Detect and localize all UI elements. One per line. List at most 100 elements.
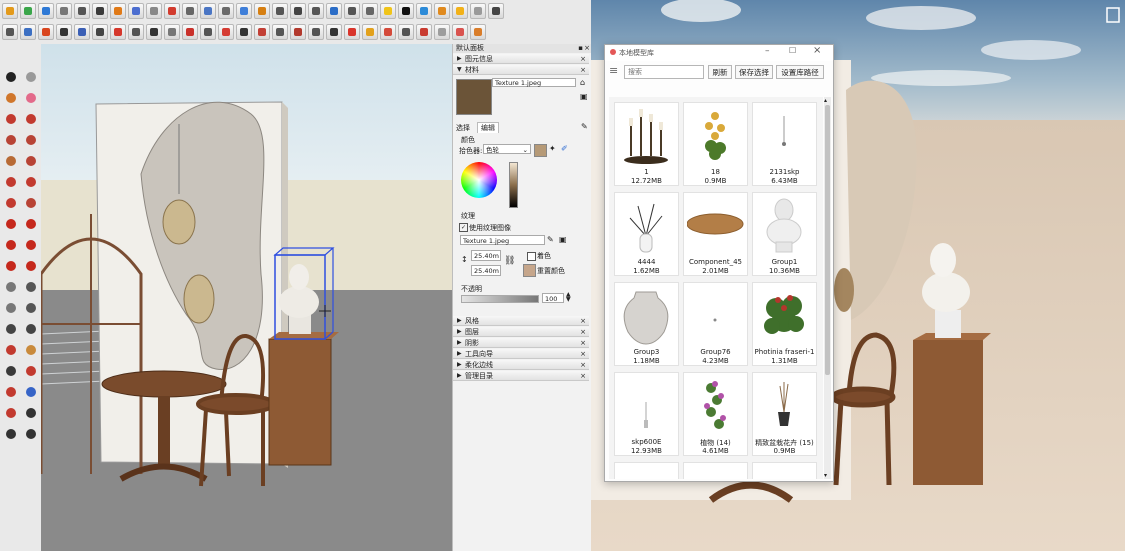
rotated-rect-icon[interactable] bbox=[22, 131, 40, 149]
freehand-icon[interactable] bbox=[22, 110, 40, 128]
heart-icon[interactable] bbox=[452, 24, 468, 40]
material-swatch[interactable] bbox=[456, 79, 492, 115]
position-camera-icon[interactable] bbox=[2, 404, 20, 422]
house-material-icon[interactable]: ⌂ bbox=[580, 78, 585, 87]
match-screen-color-icon[interactable]: ✐ bbox=[561, 144, 568, 153]
section-plane-icon[interactable] bbox=[22, 425, 40, 443]
create-material-icon[interactable]: ▣ bbox=[580, 92, 588, 101]
box-icon[interactable] bbox=[110, 3, 126, 19]
pie-icon[interactable] bbox=[22, 194, 40, 212]
axes-icon[interactable] bbox=[2, 320, 20, 338]
search-input[interactable] bbox=[624, 65, 704, 79]
link-icon[interactable] bbox=[2, 24, 18, 40]
model-card[interactable]: Group1 10.36MB bbox=[752, 192, 817, 276]
section-close-icon[interactable]: × bbox=[580, 54, 586, 64]
walk-icon[interactable] bbox=[2, 425, 20, 443]
set-library-path-button[interactable]: 设置库路径 bbox=[776, 65, 824, 79]
text-tool-icon[interactable] bbox=[22, 299, 40, 317]
model-card[interactable]: 精致盆栽花卉 (15) 0.9MB bbox=[752, 372, 817, 456]
bucket-icon[interactable] bbox=[344, 24, 360, 40]
section-close-icon[interactable]: × bbox=[580, 327, 586, 337]
look-around-icon[interactable] bbox=[22, 404, 40, 422]
tab-edit[interactable]: 编辑 bbox=[477, 122, 499, 133]
refresh-button[interactable]: 刷新 bbox=[708, 65, 732, 79]
tool-icon[interactable] bbox=[20, 24, 36, 40]
section-icon[interactable] bbox=[290, 3, 306, 19]
paint-bucket-icon[interactable] bbox=[2, 89, 20, 107]
sweep-icon[interactable] bbox=[236, 24, 252, 40]
opacity-slider[interactable] bbox=[461, 295, 539, 303]
select-pink-icon[interactable] bbox=[470, 24, 486, 40]
close-icon[interactable]: × bbox=[813, 45, 821, 56]
make-component-icon[interactable] bbox=[22, 68, 40, 86]
opacity-field[interactable]: 100 bbox=[542, 293, 564, 303]
maximize-icon[interactable]: ☐ bbox=[789, 46, 796, 55]
upload-icon[interactable] bbox=[38, 3, 54, 19]
door-icon[interactable] bbox=[326, 24, 342, 40]
circle-tool-icon[interactable] bbox=[2, 152, 20, 170]
hexagon-icon[interactable] bbox=[452, 3, 468, 19]
scrollbar[interactable]: ▴ ▾ bbox=[824, 97, 831, 479]
window-icon[interactable] bbox=[308, 24, 324, 40]
chart-icon[interactable] bbox=[92, 24, 108, 40]
rotate-icon[interactable] bbox=[2, 236, 20, 254]
browse-texture-icon[interactable]: ▣ bbox=[559, 235, 567, 244]
circle-icon[interactable] bbox=[200, 24, 216, 40]
scale-tool-icon[interactable] bbox=[2, 257, 20, 275]
settings-icon[interactable] bbox=[488, 3, 504, 19]
model-card-partial[interactable] bbox=[683, 462, 748, 479]
tab-select[interactable]: 选择 bbox=[456, 123, 470, 133]
current-color-swatch[interactable] bbox=[534, 144, 547, 157]
scroll-down-icon[interactable]: ▾ bbox=[824, 472, 827, 479]
texture-width-field[interactable]: 25.40m bbox=[471, 250, 501, 261]
pan-icon[interactable] bbox=[22, 341, 40, 359]
section-layers[interactable]: ▶ 图层 × bbox=[453, 327, 589, 337]
line-icon[interactable] bbox=[2, 110, 20, 128]
section-materials[interactable]: ▼ 材料 × bbox=[453, 65, 589, 75]
layers-icon[interactable] bbox=[200, 3, 216, 19]
brick-icon[interactable] bbox=[290, 24, 306, 40]
skp-icon[interactable] bbox=[416, 24, 432, 40]
cube-icon[interactable] bbox=[272, 3, 288, 19]
model-card[interactable]: Component_45 2.01MB bbox=[683, 192, 748, 276]
array-icon[interactable] bbox=[110, 24, 126, 40]
glasses-icon[interactable] bbox=[92, 3, 108, 19]
orbit-icon[interactable] bbox=[2, 341, 20, 359]
model-card[interactable]: 2131skp 6.43MB bbox=[752, 102, 817, 186]
roof-icon[interactable] bbox=[254, 24, 270, 40]
section-entity-info[interactable]: ▶ 图元信息 × bbox=[453, 54, 589, 64]
camera-icon[interactable] bbox=[74, 3, 90, 19]
minimize-icon[interactable]: – bbox=[765, 46, 770, 56]
save-selection-button[interactable]: 保存选择 bbox=[735, 65, 773, 79]
section-instructor[interactable]: ▶ 工具向导 × bbox=[453, 349, 589, 359]
model-card[interactable]: 植物 (14) 4.61MB bbox=[683, 372, 748, 456]
frame-icon[interactable] bbox=[434, 3, 450, 19]
colorize-checkbox[interactable] bbox=[527, 252, 536, 261]
menu-icon[interactable]: ≡ bbox=[609, 65, 618, 76]
model-card-partial[interactable] bbox=[752, 462, 817, 479]
measure-icon[interactable] bbox=[344, 3, 360, 19]
render-icon[interactable] bbox=[416, 3, 432, 19]
zoom-extents-icon[interactable] bbox=[2, 383, 20, 401]
hide-icon[interactable] bbox=[308, 3, 324, 19]
shadow-icon[interactable] bbox=[398, 3, 414, 19]
model-card[interactable]: Group3 1.18MB bbox=[614, 282, 679, 366]
refresh-icon[interactable] bbox=[20, 3, 36, 19]
lightbulb-icon[interactable] bbox=[380, 3, 396, 19]
model-card[interactable]: 18 0.9MB bbox=[683, 102, 748, 186]
section-close-icon[interactable]: × bbox=[580, 349, 586, 359]
import-icon[interactable] bbox=[56, 3, 72, 19]
section-soften-edges[interactable]: ▶ 柔化边线 × bbox=[453, 360, 589, 370]
edit-texture-icon[interactable]: ✎ bbox=[547, 235, 554, 244]
stairs-icon[interactable] bbox=[164, 24, 180, 40]
pencil-icon[interactable] bbox=[38, 24, 54, 40]
section-close-icon[interactable]: × bbox=[580, 360, 586, 370]
color-wheel[interactable] bbox=[461, 162, 497, 198]
zoom-icon[interactable] bbox=[2, 362, 20, 380]
scroll-up-icon[interactable]: ▴ bbox=[824, 97, 827, 104]
zoom-window-icon[interactable] bbox=[22, 362, 40, 380]
previous-view-icon[interactable] bbox=[22, 383, 40, 401]
section-close-icon[interactable]: × bbox=[580, 316, 586, 326]
model-card[interactable]: skp600E 12.93MB bbox=[614, 372, 679, 456]
columns-icon[interactable] bbox=[146, 24, 162, 40]
